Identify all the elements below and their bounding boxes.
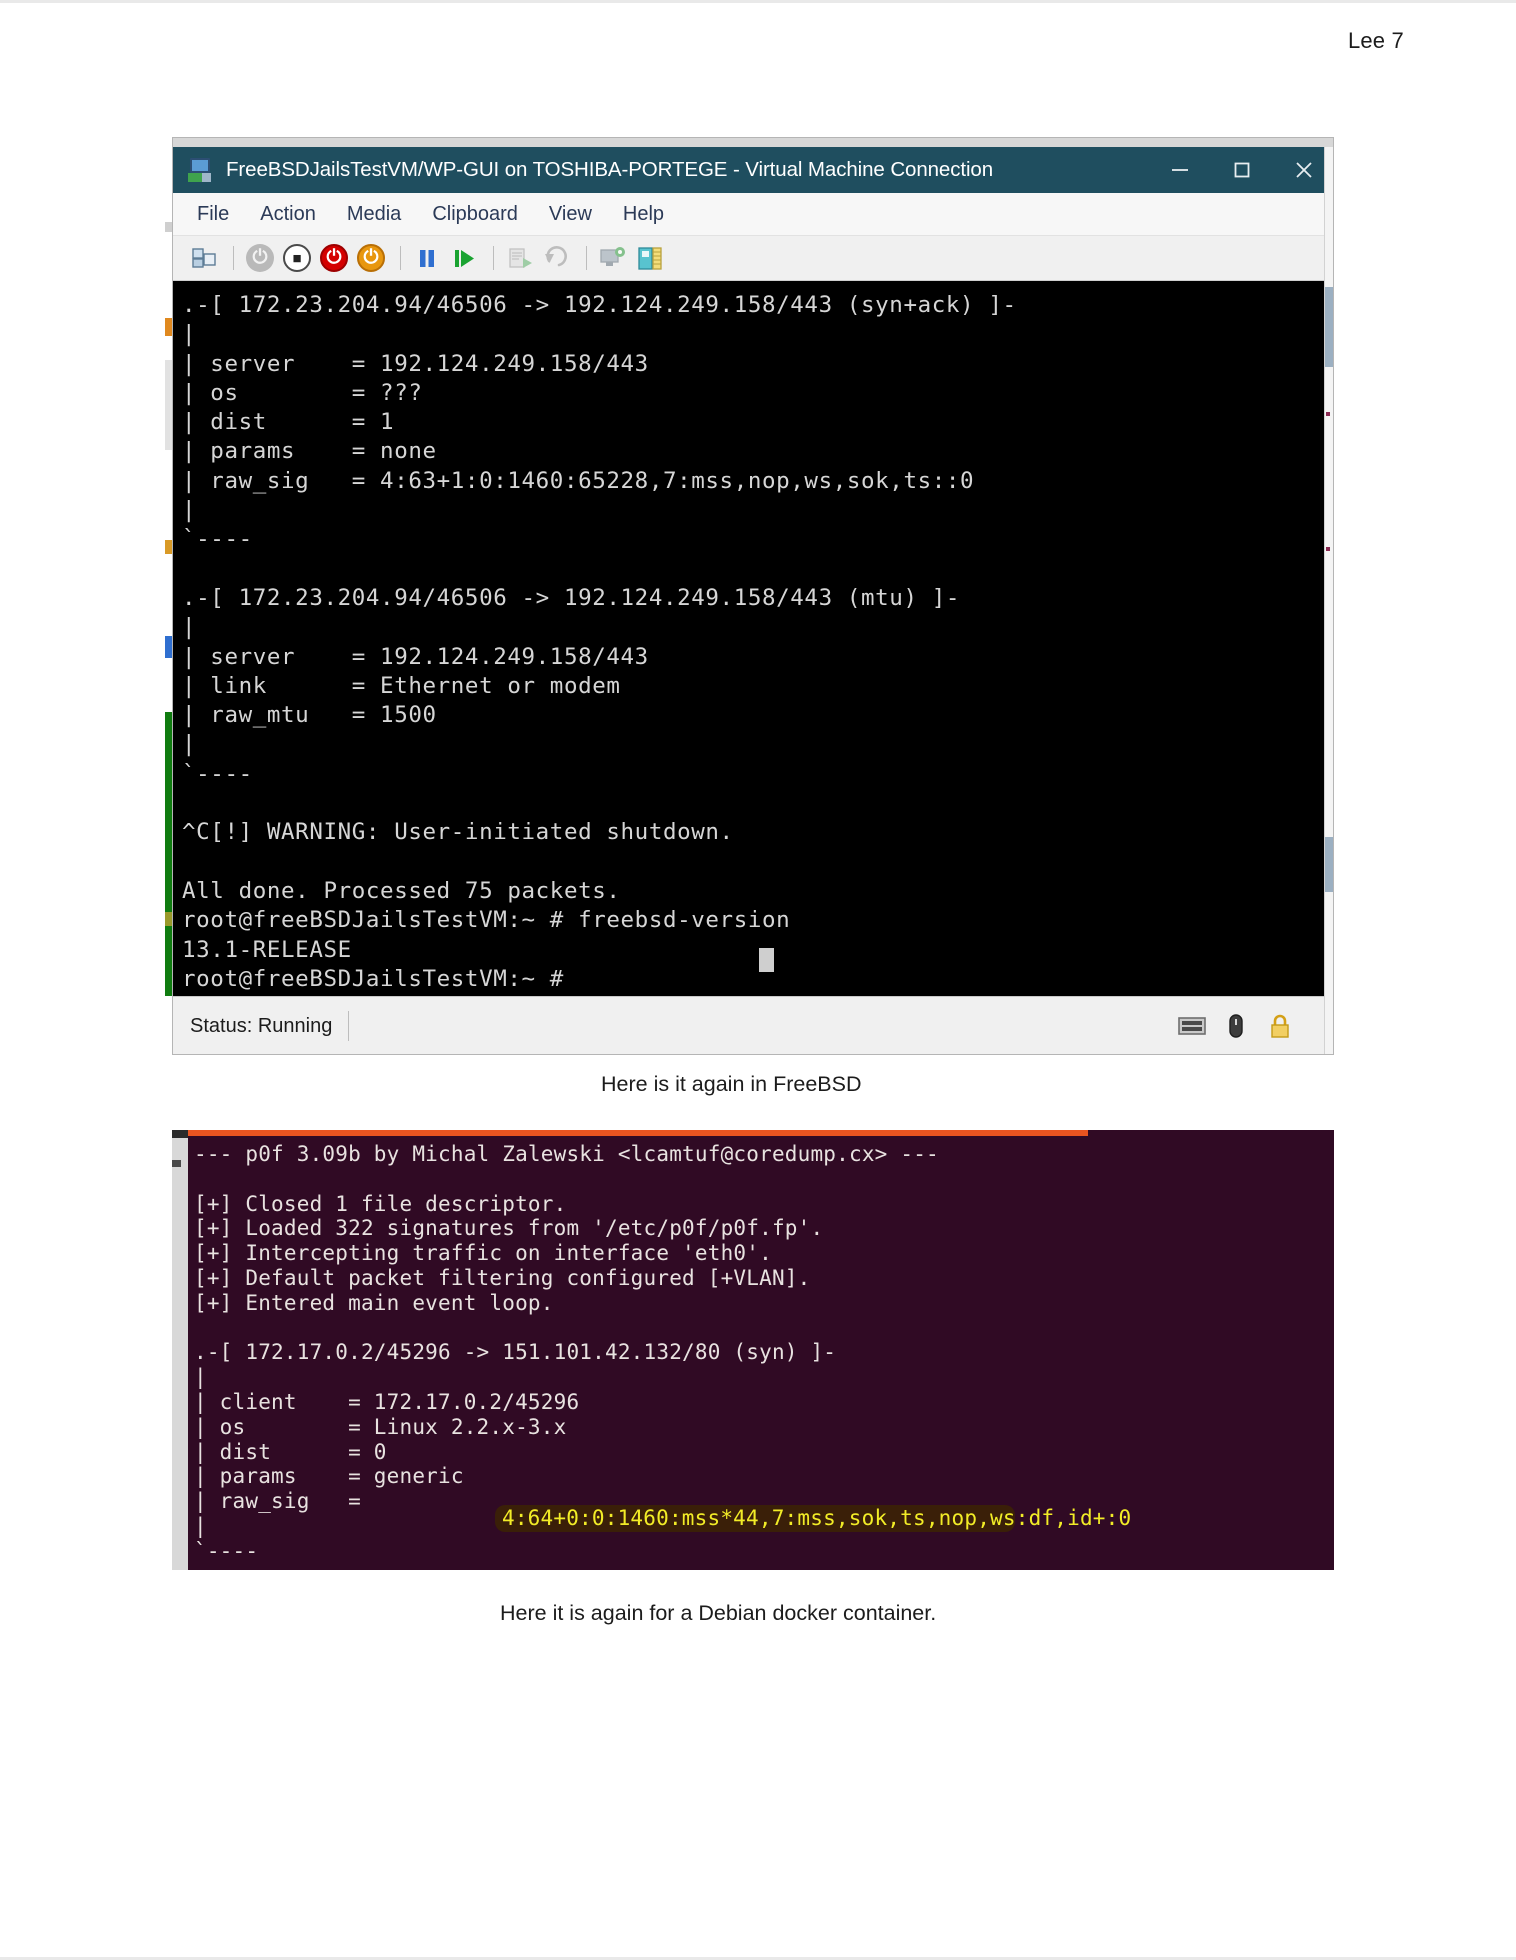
bleed-artifact-blue: [165, 636, 172, 658]
docker-terminal-left-gutter: [172, 1130, 188, 1570]
right-edge-scrollbar-sliver[interactable]: [1324, 147, 1333, 1054]
maximize-button[interactable]: [1211, 147, 1273, 193]
mouse-icon[interactable]: [1221, 1011, 1251, 1041]
bleed-artifact-gray-1: [165, 222, 172, 232]
virtual-machine-connection-window[interactable]: FreeBSDJailsTestVM/WP-GUI on TOSHIBA-POR…: [172, 137, 1334, 1055]
ubuntu-terminal-accent-bar: [188, 1130, 1088, 1136]
revert-icon[interactable]: [540, 241, 574, 275]
screen-resize-icon[interactable]: [633, 241, 667, 275]
status-bar: Status: Running: [173, 996, 1333, 1054]
page-header: Lee 7: [1347, 28, 1404, 53]
menubar[interactable]: File Action Media Clipboard View Help: [173, 193, 1333, 236]
docker-terminal-output: --- p0f 3.09b by Michal Zalewski <lcamtu…: [194, 1142, 939, 1563]
window-top-strip: [173, 138, 1333, 147]
window-title: FreeBSDJailsTestVM/WP-GUI on TOSHIBA-POR…: [226, 158, 994, 181]
caption-freebsd: Here is it again in FreeBSD: [601, 1072, 862, 1096]
start-icon[interactable]: ⏻: [354, 241, 388, 275]
raw-sig-value: 4:64+0:0:1460:mss*44,7:mss,sok,ts,nop,ws…: [502, 1506, 1132, 1530]
vm-terminal-output: .-[ 172.23.204.94/46506 -> 192.124.249.1…: [182, 292, 1017, 992]
turn-off-icon[interactable]: ⏻: [243, 241, 277, 275]
resume-icon[interactable]: [447, 241, 481, 275]
terminal-cursor: [759, 948, 774, 972]
menu-item-action[interactable]: Action: [260, 203, 316, 226]
toolbar-separator-2: [400, 246, 401, 270]
window-titlebar[interactable]: FreeBSDJailsTestVM/WP-GUI on TOSHIBA-POR…: [173, 147, 1333, 193]
checkpoint-icon[interactable]: [503, 241, 537, 275]
status-bar-icons[interactable]: [1177, 1011, 1295, 1041]
bleed-artifact-orange: [165, 318, 172, 336]
bleed-artifact-green: [165, 712, 172, 912]
menu-item-clipboard[interactable]: Clipboard: [432, 203, 518, 226]
pause-icon[interactable]: [410, 241, 444, 275]
menu-item-file[interactable]: File: [197, 203, 229, 226]
minimize-button[interactable]: [1149, 147, 1211, 193]
menu-item-help[interactable]: Help: [623, 203, 664, 226]
enhanced-session-icon[interactable]: [596, 241, 630, 275]
docker-terminal-window[interactable]: --- p0f 3.09b by Michal Zalewski <lcamtu…: [172, 1130, 1334, 1570]
lock-icon[interactable]: [1265, 1011, 1295, 1041]
virtual-machine-icon: [188, 158, 214, 182]
vm-terminal-screen[interactable]: .-[ 172.23.204.94/46506 -> 192.124.249.1…: [173, 281, 1333, 996]
save-state-icon[interactable]: ⏻: [317, 241, 351, 275]
status-divider: [348, 1011, 350, 1041]
bleed-artifact-olive: [165, 912, 172, 926]
menu-item-view[interactable]: View: [549, 203, 592, 226]
window-controls[interactable]: [1149, 147, 1333, 193]
caption-debian-docker: Here it is again for a Debian docker con…: [500, 1601, 937, 1625]
keyboard-icon[interactable]: [1177, 1011, 1207, 1041]
toolbar[interactable]: ⏻ ■ ⏻ ⏻: [173, 236, 1333, 281]
page-top-rule: [0, 0, 1516, 3]
document-page: Lee 7 FreeBSDJailsTestVM/WP-GUI on TOSHI…: [0, 0, 1516, 1960]
menu-item-media[interactable]: Media: [347, 203, 401, 226]
toolbar-separator-4: [586, 246, 587, 270]
status-text: Status: Running: [190, 1014, 333, 1037]
toolbar-separator-3: [493, 246, 494, 270]
bleed-artifact-amber: [165, 540, 172, 554]
ctrl-alt-delete-icon[interactable]: [187, 241, 221, 275]
bleed-artifact-green-2: [165, 926, 172, 996]
bleed-artifact-gray-2: [165, 360, 172, 450]
shut-down-icon[interactable]: ■: [280, 241, 314, 275]
toolbar-separator-1: [233, 246, 234, 270]
